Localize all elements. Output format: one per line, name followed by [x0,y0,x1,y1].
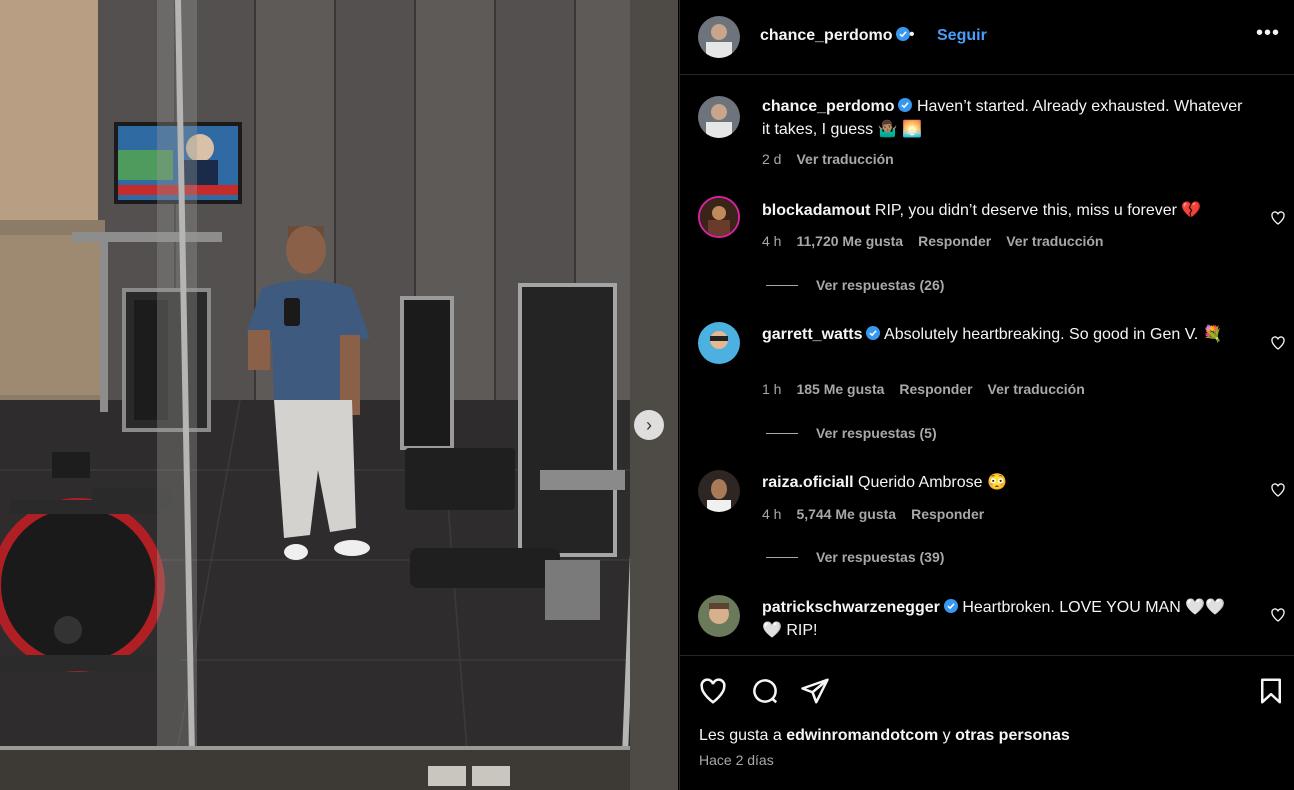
comment-meta: 1 h 185 Me gusta Responder Ver traducció… [762,381,1085,397]
comment-icon[interactable] [750,676,780,706]
comment-text-block: patrickschwarzenegger Heartbroken. LOVE … [762,596,1244,642]
comment-meta: 4 h 11,720 Me gusta Responder Ver traduc… [762,233,1103,249]
post-photo[interactable]: › [0,0,678,790]
comment-avatar[interactable] [698,322,740,364]
view-replies-label[interactable]: Ver respuestas (26) [816,277,944,293]
comment-time[interactable]: 4 h [762,506,781,522]
comment-like-heart-icon[interactable] [1270,482,1286,498]
comment-avatar[interactable] [698,470,740,512]
caption-meta: 2 d Ver traducción [762,151,894,167]
comment-meta: 4 h 5,744 Me gusta Responder [762,506,984,522]
verified-icon [943,599,958,613]
caption-translate-link[interactable]: Ver traducción [796,151,893,167]
post-actions-bar: Les gusta a edwinromandotcom y otras per… [680,655,1294,790]
caption-avatar[interactable] [698,96,740,138]
caption-username[interactable]: chance_perdomo [762,98,894,115]
post-header: chance_perdomo • Seguir ••• [680,0,1294,75]
gym-mirror-selfie-image [0,0,678,790]
heart-icon[interactable] [698,676,728,706]
comment-likes[interactable]: 5,744 Me gusta [796,506,896,522]
likes-others-link[interactable]: otras personas [955,727,1070,744]
comment-like-heart-icon[interactable] [1270,607,1286,623]
comment-translate-link[interactable]: Ver traducción [1006,233,1103,249]
next-arrow-icon: › [646,414,652,435]
caption-time[interactable]: 2 d [762,151,781,167]
share-icon[interactable] [800,676,830,706]
comment-username[interactable]: patrickschwarzenegger [762,599,940,616]
comment-like-heart-icon[interactable] [1270,210,1286,226]
comment-username[interactable]: raiza.oficiall [762,474,854,491]
likes-user-link[interactable]: edwinromandotcom [786,727,938,744]
comment-reply-button[interactable]: Responder [899,381,972,397]
follow-button[interactable]: Seguir [937,27,987,45]
comment-username[interactable]: garrett_watts [762,326,862,343]
replies-divider [766,432,798,434]
comment-reply-button[interactable]: Responder [918,233,991,249]
comment-avatar[interactable] [698,196,740,238]
likes-prefix: Les gusta a [699,727,782,744]
view-replies-label[interactable]: Ver respuestas (5) [816,425,937,441]
comment-text: Querido Ambrose 😳 [858,474,1007,491]
bookmark-icon[interactable] [1256,676,1286,706]
comment-likes[interactable]: 185 Me gusta [796,381,884,397]
replies-divider [766,284,798,286]
comments-list[interactable]: chance_perdomo Haven’t started. Already … [680,76,1294,654]
view-replies-label[interactable]: Ver respuestas (39) [816,549,944,565]
comment-text-block: raiza.oficiall Querido Ambrose 😳 [762,471,1244,494]
verified-icon [898,98,913,112]
comment-avatar[interactable] [698,595,740,637]
comment-text: Absolutely heartbreaking. So good in Gen… [884,326,1223,343]
comment-username[interactable]: blockadamout [762,202,870,219]
post-date[interactable]: Hace 2 días [699,752,774,768]
likes-summary: Les gusta a edwinromandotcom y otras per… [699,727,1070,745]
next-photo-button[interactable]: › [634,410,664,440]
replies-divider [766,556,798,558]
view-replies-button[interactable]: Ver respuestas (26) [766,277,944,293]
comment-text-block: blockadamout RIP, you didn’t deserve thi… [762,199,1244,222]
author-username-text[interactable]: chance_perdomo [760,27,892,44]
view-replies-button[interactable]: Ver respuestas (39) [766,549,944,565]
comment-text: RIP, you didn’t deserve this, miss u for… [874,202,1202,219]
more-options-icon[interactable]: ••• [1256,22,1280,45]
author-username[interactable]: chance_perdomo [760,27,911,45]
comment-likes[interactable]: 11,720 Me gusta [796,233,903,249]
likes-middle: y [942,727,951,744]
post-side-panel: chance_perdomo • Seguir ••• chance_perdo… [679,0,1294,790]
comment-time[interactable]: 1 h [762,381,781,397]
verified-icon [866,326,881,340]
header-separator: • [909,26,915,43]
view-replies-button[interactable]: Ver respuestas (5) [766,425,937,441]
comment-like-heart-icon[interactable] [1270,335,1286,351]
comment-translate-link[interactable]: Ver traducción [988,381,1085,397]
comment-reply-button[interactable]: Responder [911,506,984,522]
comment-time[interactable]: 4 h [762,233,781,249]
comment-text-block: garrett_watts Absolutely heartbreaking. … [762,323,1244,346]
caption-text-block: chance_perdomo Haven’t started. Already … [762,95,1244,141]
author-avatar[interactable] [698,16,740,58]
